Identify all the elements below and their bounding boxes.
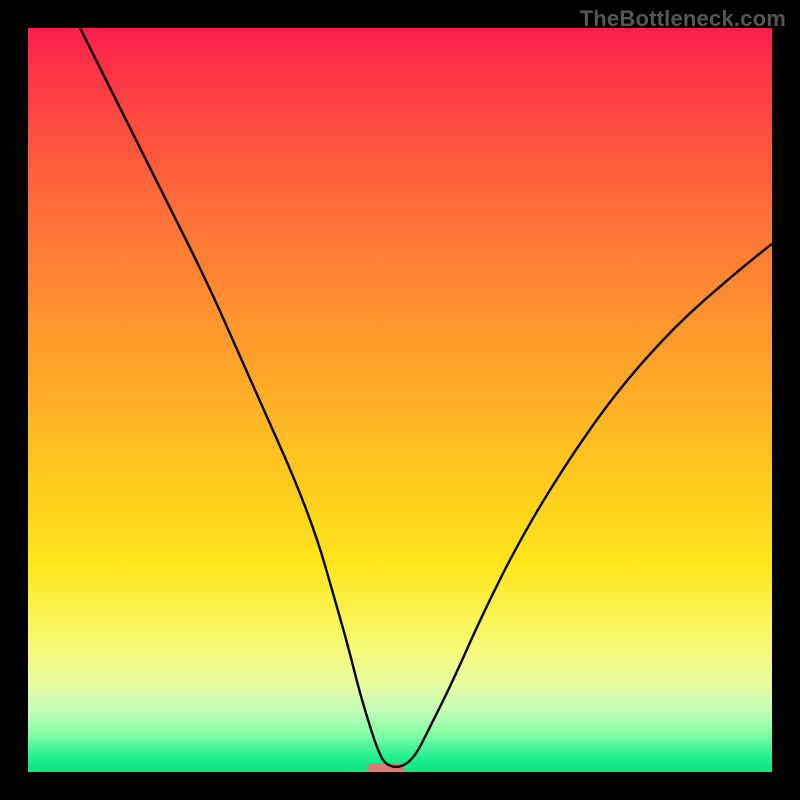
curve-path <box>80 28 772 767</box>
bottleneck-curve <box>28 28 772 772</box>
chart-frame: TheBottleneck.com <box>0 0 800 800</box>
plot-area <box>28 28 772 772</box>
watermark-text: TheBottleneck.com <box>580 6 786 32</box>
